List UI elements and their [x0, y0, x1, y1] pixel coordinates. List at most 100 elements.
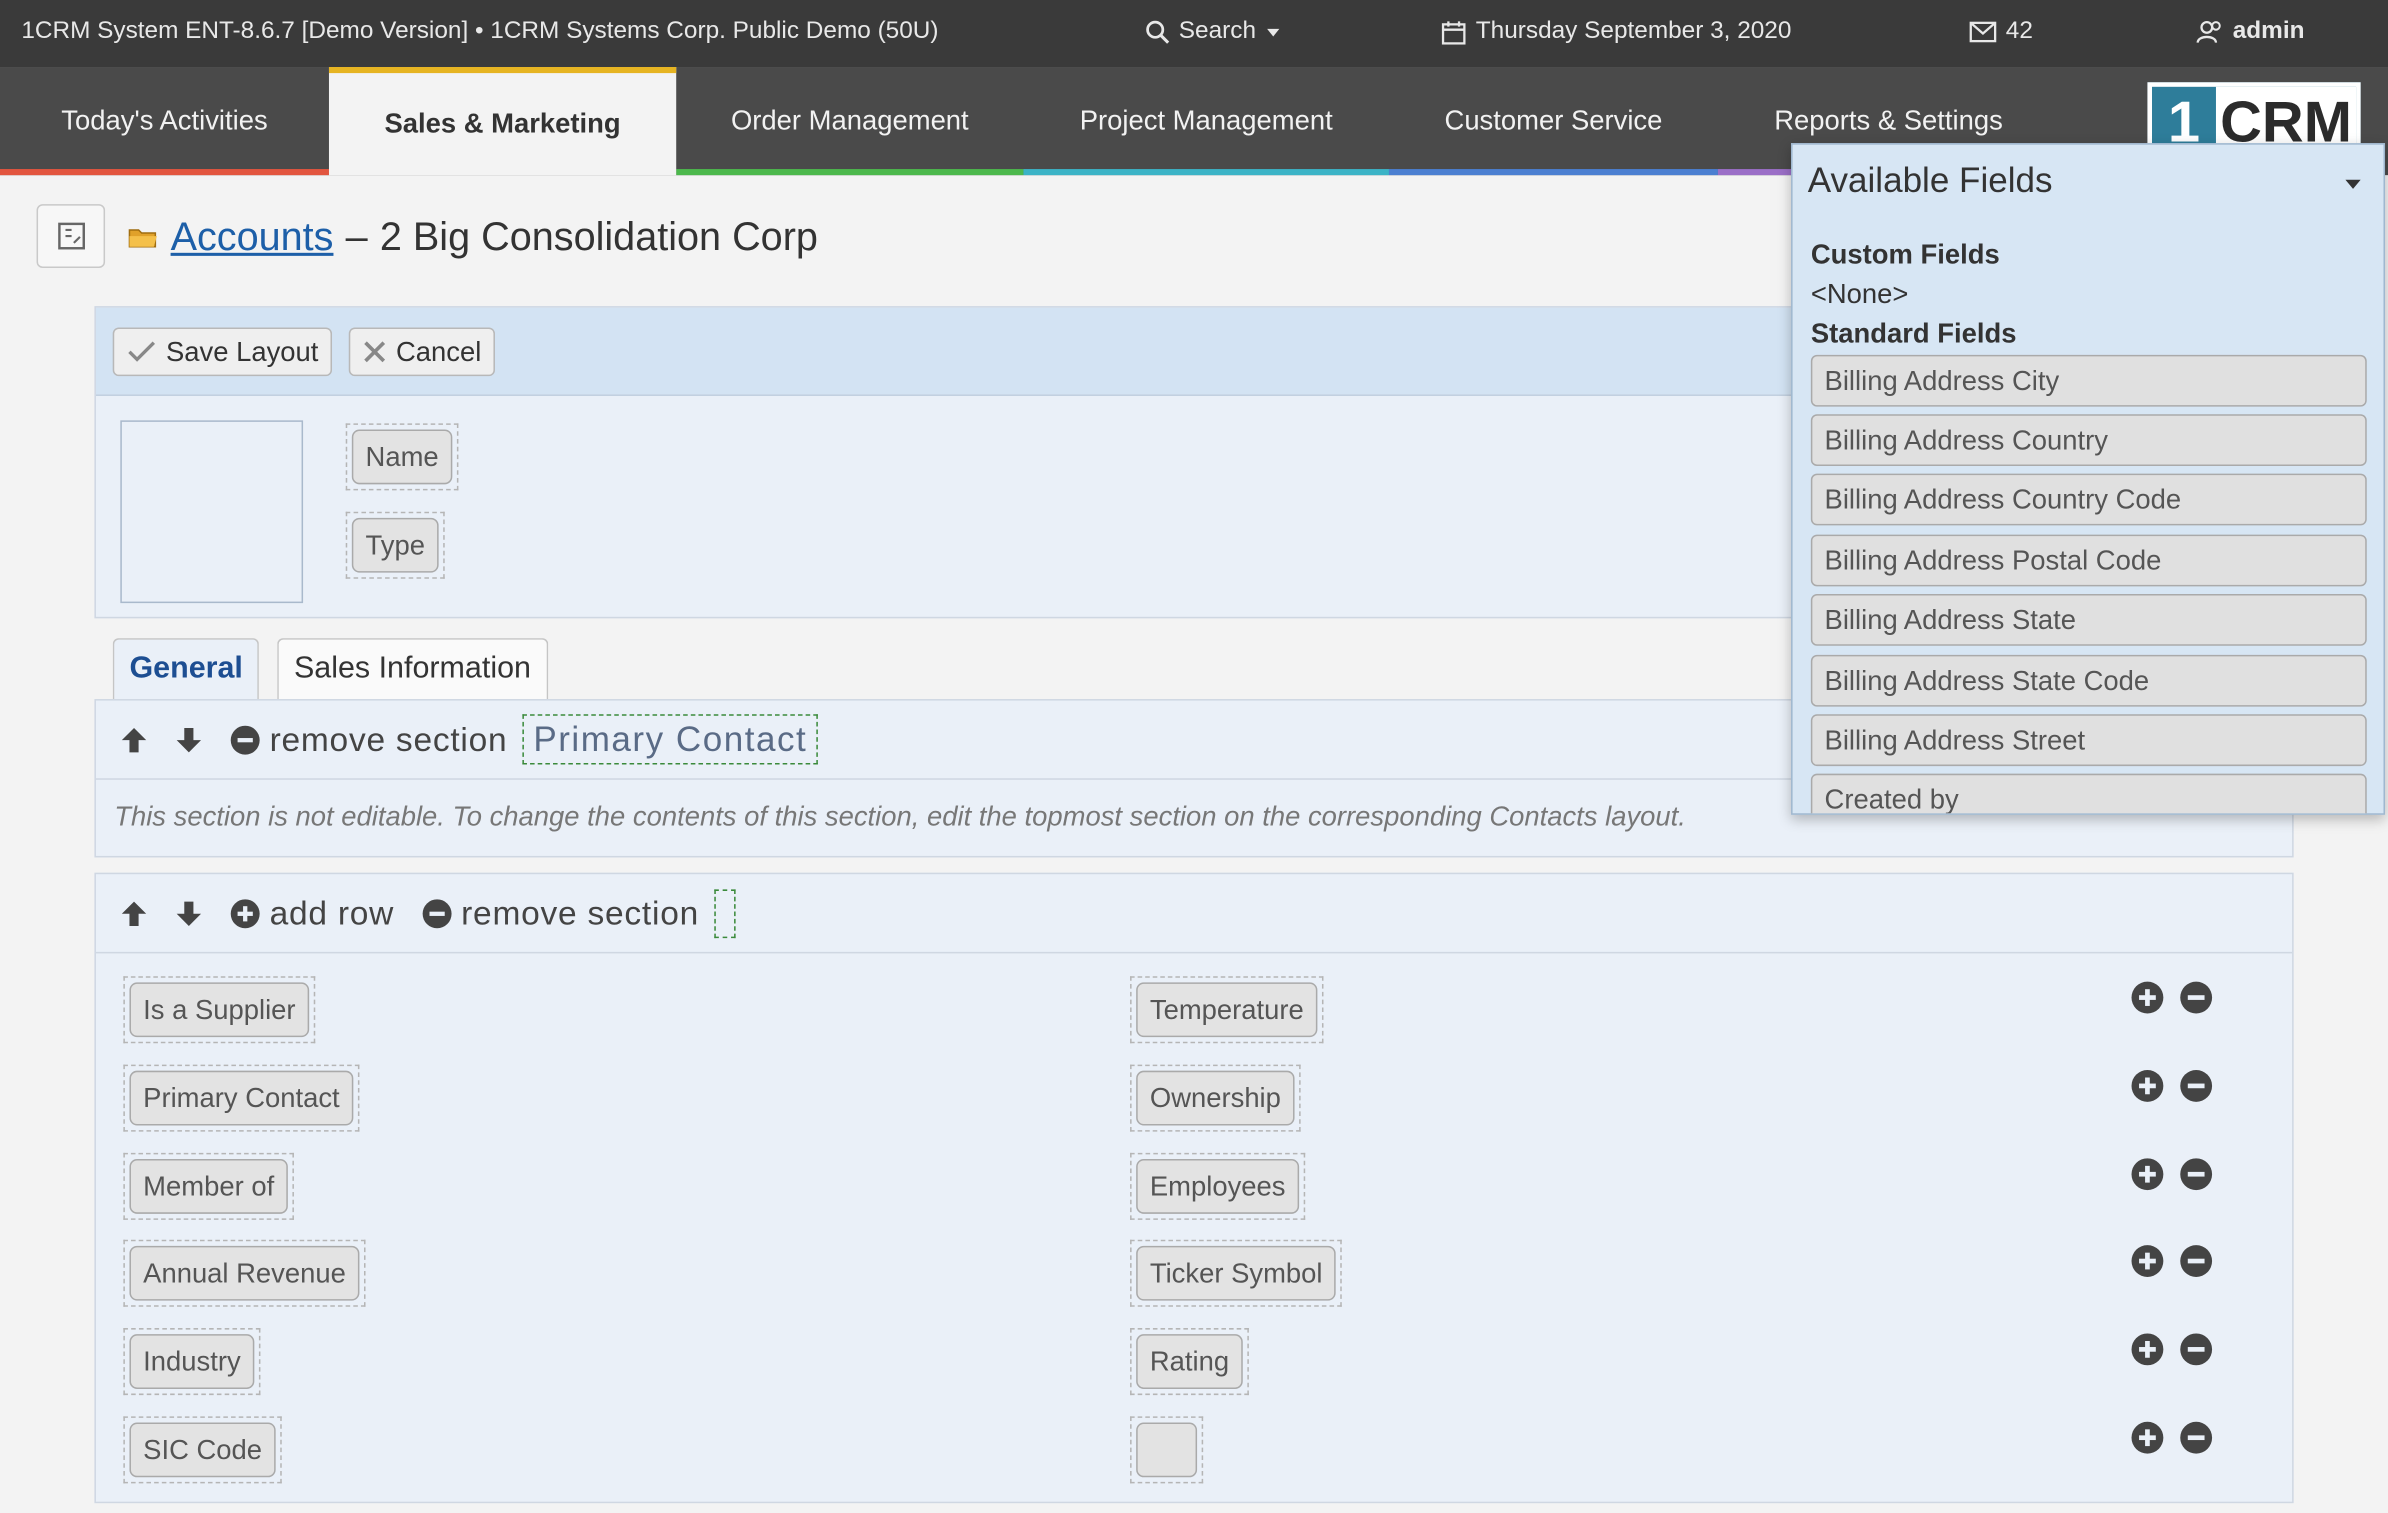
add-row-icon[interactable]: [2131, 1333, 2165, 1367]
available-field[interactable]: Billing Address Country: [1810, 414, 2367, 467]
photo-placeholder: [120, 420, 304, 604]
field-type[interactable]: Type: [345, 511, 445, 579]
available-field[interactable]: Billing Address Street: [1810, 714, 2367, 767]
row-controls: [2131, 1333, 2213, 1367]
field-primary-contact[interactable]: Primary Contact: [123, 1064, 360, 1132]
date-text: Thursday September 3, 2020: [1475, 18, 1792, 45]
system-title: 1CRM System ENT-8.6.7 [Demo Version] • 1…: [21, 18, 939, 45]
tab-project-management[interactable]: Project Management: [1023, 67, 1389, 175]
arrow-down-icon[interactable]: [175, 726, 202, 753]
field-label: Is a Supplier: [129, 982, 310, 1038]
tab-sales-marketing[interactable]: Sales & Marketing: [328, 67, 677, 176]
mail-icon: [1969, 21, 1997, 43]
remove-row-icon[interactable]: [2179, 1421, 2213, 1455]
field-label: Employees: [1136, 1159, 1300, 1214]
available-fields-panel[interactable]: Available Fields Custom Fields <None> St…: [1791, 143, 2386, 815]
section-name[interactable]: Primary Contact: [522, 714, 818, 765]
available-field[interactable]: Billing Address Postal Code: [1810, 534, 2367, 587]
field-empty-slot[interactable]: [1130, 1416, 1204, 1484]
remove-row-icon[interactable]: [2179, 1157, 2213, 1191]
available-field[interactable]: Created by: [1810, 773, 2367, 814]
add-row-icon[interactable]: [2131, 1069, 2165, 1103]
field-label: SIC Code: [129, 1422, 276, 1478]
row-controls: [2131, 1421, 2213, 1455]
remove-row-icon[interactable]: [2179, 1069, 2213, 1103]
cross-icon: [362, 340, 386, 364]
field-label: Industry: [129, 1334, 255, 1389]
user-menu[interactable]: admin: [2196, 18, 2304, 45]
add-row-icon[interactable]: [2131, 1244, 2165, 1278]
add-row-icon[interactable]: [2131, 1157, 2165, 1191]
field-label: [1136, 1422, 1198, 1478]
field-label: Rating: [1136, 1334, 1243, 1389]
remove-section-button[interactable]: remove section: [422, 893, 699, 933]
custom-fields-none: <None>: [1810, 278, 1909, 310]
available-field[interactable]: Billing Address City: [1810, 354, 2367, 407]
save-layout-button[interactable]: Save Layout: [112, 327, 333, 377]
row-controls: [2131, 1244, 2213, 1278]
mail-count: 42: [2005, 18, 2033, 45]
field-sic-code[interactable]: SIC Code: [123, 1416, 282, 1484]
user-name: admin: [2232, 18, 2305, 45]
cancel-button[interactable]: Cancel: [348, 327, 496, 377]
add-row-button[interactable]: add row: [230, 893, 394, 933]
page-title: Accounts – 2 Big Consolidation Corp: [128, 213, 818, 260]
user-icon: [2196, 20, 2223, 44]
record-name: 2 Big Consolidation Corp: [379, 213, 818, 259]
custom-fields-label: Custom Fields: [1810, 239, 2000, 270]
field-rating[interactable]: Rating: [1130, 1328, 1249, 1396]
field-ownership[interactable]: Ownership: [1130, 1064, 1301, 1132]
search-label: Search: [1178, 18, 1257, 45]
available-field[interactable]: Billing Address State: [1810, 593, 2367, 646]
mail-link[interactable]: 42: [1969, 18, 2033, 45]
field-label: Ticker Symbol: [1136, 1245, 1337, 1301]
calendar-icon: [1441, 19, 1467, 45]
field-annual-revenue[interactable]: Annual Revenue: [123, 1239, 366, 1307]
arrow-up-icon[interactable]: [120, 899, 147, 926]
add-row-icon[interactable]: [2131, 1421, 2165, 1455]
field-ticker-symbol[interactable]: Ticker Symbol: [1130, 1239, 1343, 1307]
remove-row-icon[interactable]: [2179, 1244, 2213, 1278]
field-label: Name: [351, 429, 453, 485]
arrow-down-icon[interactable]: [175, 899, 202, 926]
tab-sales-information[interactable]: Sales Information: [277, 638, 548, 700]
section-name[interactable]: [714, 888, 736, 938]
tab-customer-service[interactable]: Customer Service: [1389, 67, 1718, 175]
add-row-label: add row: [269, 893, 395, 932]
field-label: Type: [351, 517, 439, 573]
available-field[interactable]: Billing Address Country Code: [1810, 473, 2367, 526]
available-field[interactable]: Billing Address State Code: [1810, 654, 2367, 707]
row-controls: [2131, 1069, 2213, 1103]
tab-general[interactable]: General: [112, 638, 260, 700]
remove-row-icon[interactable]: [2179, 1333, 2213, 1367]
remove-section-button[interactable]: remove section: [230, 720, 507, 760]
tab-todays-activities[interactable]: Today's Activities: [0, 67, 329, 175]
arrow-up-icon[interactable]: [120, 726, 147, 753]
minus-circle-icon: [422, 898, 452, 928]
remove-section-label: remove section: [269, 719, 508, 758]
field-employees[interactable]: Employees: [1130, 1152, 1306, 1220]
field-is-a-supplier[interactable]: Is a Supplier: [123, 976, 316, 1044]
add-row-icon[interactable]: [2131, 981, 2165, 1015]
row-controls: [2131, 1157, 2213, 1191]
accounts-link[interactable]: Accounts: [171, 213, 334, 260]
search-menu[interactable]: Search: [1145, 18, 1280, 45]
field-member-of[interactable]: Member of: [123, 1152, 294, 1220]
field-label: Temperature: [1136, 982, 1318, 1038]
search-icon: [1145, 20, 1170, 44]
plus-circle-icon: [230, 898, 260, 928]
field-label: Member of: [129, 1159, 288, 1214]
check-icon: [126, 340, 156, 364]
layout-editor-icon[interactable]: [36, 204, 106, 269]
caret-down-icon: [1265, 24, 1280, 39]
collapse-caret-icon[interactable]: [2344, 172, 2362, 199]
field-industry[interactable]: Industry: [123, 1328, 261, 1396]
field-name[interactable]: Name: [345, 423, 459, 491]
save-layout-label: Save Layout: [166, 335, 319, 367]
field-temperature[interactable]: Temperature: [1130, 976, 1324, 1044]
title-separator: –: [345, 213, 368, 259]
row-controls: [2131, 981, 2213, 1015]
tab-order-management[interactable]: Order Management: [676, 67, 1023, 175]
remove-row-icon[interactable]: [2179, 981, 2213, 1015]
date-display[interactable]: Thursday September 3, 2020: [1441, 18, 1792, 45]
